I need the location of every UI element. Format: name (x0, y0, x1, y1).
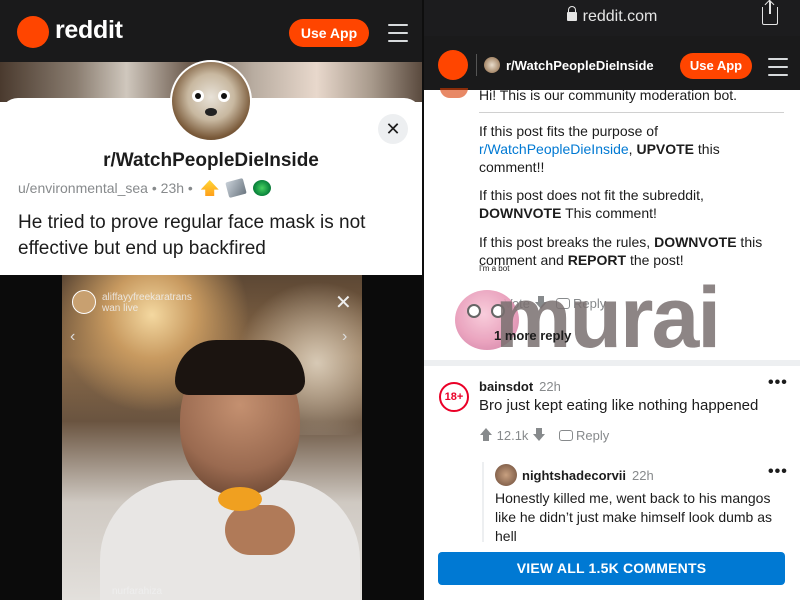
post-meta: u/environmental_sea • 23h • (18, 177, 271, 199)
live-user-avatar (72, 290, 96, 314)
meta-separator: • (151, 180, 157, 196)
bot-paragraph-rules: If this post breaks the rules, DOWNVOTE … (479, 233, 784, 269)
subreddit-name-compact[interactable]: r/WatchPeopleDieInside (506, 58, 654, 73)
reply-icon (559, 430, 573, 441)
post-author[interactable]: u/environmental_sea (18, 180, 148, 196)
reply-time: 22h (632, 468, 654, 483)
video-mango (218, 487, 262, 511)
live-close-icon: ✕ (335, 292, 352, 314)
bot-text: This comment! (561, 205, 657, 221)
use-app-button[interactable]: Use App (680, 53, 752, 79)
reddit-logo-icon[interactable] (17, 16, 49, 48)
vote-count: 12.1k (496, 428, 529, 443)
comment-vote-control[interactable]: 12.1k (479, 428, 546, 443)
reddit-header-compact: r/WatchPeopleDieInside Use App (424, 36, 800, 90)
bot-emphasis: DOWNVOTE (654, 234, 737, 250)
avatar-eye (218, 90, 230, 102)
bot-intro-text: Hi! This is our community moderation bot… (479, 87, 738, 103)
downvote-icon[interactable] (532, 428, 546, 442)
use-app-button[interactable]: Use App (289, 19, 369, 47)
avatar-nose (205, 108, 217, 116)
lock-icon (566, 6, 577, 21)
share-icon[interactable] (762, 1, 778, 25)
comment-header: bainsdot 22h (479, 379, 561, 394)
bot-text: If this post fits the purpose of (479, 123, 658, 139)
silver-award-icon[interactable] (224, 177, 247, 199)
watermark-text: murai (495, 270, 721, 366)
view-all-comments-button[interactable]: VIEW ALL 1.5K COMMENTS (438, 552, 785, 585)
bot-paragraph-downvote: If this post does not fit the subreddit,… (479, 186, 784, 222)
reddit-wordmark[interactable]: reddit (55, 16, 123, 45)
browser-url-bar[interactable]: reddit.com (424, 0, 800, 36)
comment-more-icon[interactable]: ••• (768, 374, 788, 392)
url-text: reddit.com (582, 8, 658, 25)
nsfw-avatar[interactable]: 18+ (439, 382, 469, 412)
header-separator (476, 54, 477, 76)
bot-emphasis: DOWNVOTE (479, 205, 562, 221)
menu-icon[interactable] (388, 24, 408, 48)
live-username: aliffayyfreekaratrans (102, 292, 192, 303)
live-user-name: aliffayyfreekaratrans wan live (102, 292, 192, 314)
reply-avatar[interactable] (495, 464, 517, 486)
menu-icon[interactable] (768, 58, 788, 82)
subreddit-avatar[interactable] (170, 60, 252, 142)
avatar-eye (192, 90, 204, 102)
reply-more-icon[interactable]: ••• (768, 463, 788, 481)
video-person-hand (225, 505, 295, 555)
helpful-award-icon[interactable] (200, 180, 219, 196)
reddit-logo-icon[interactable] (438, 50, 468, 80)
bot-emphasis: UPVOTE (636, 141, 695, 157)
bot-divider (479, 112, 784, 113)
comment-separator (424, 360, 800, 366)
video-person-hair (175, 340, 305, 395)
reply-label: Reply (576, 428, 610, 443)
bot-paragraph-upvote: If this post fits the purpose of r/Watch… (479, 122, 784, 176)
chevron-left-icon: ‹ (70, 328, 76, 345)
owl-eye (467, 304, 481, 318)
more-replies-link[interactable]: 1 more reply (494, 328, 571, 343)
wholesome-award-icon[interactable] (252, 180, 271, 196)
reply-header: nightshadecorvii 22h (522, 468, 654, 483)
chevron-right-icon: › (342, 328, 348, 345)
bot-text: If this post breaks the rules, (479, 234, 655, 250)
subreddit-name[interactable]: r/WatchPeopleDieInside (0, 150, 422, 172)
post-title[interactable]: He tried to prove regular face mask is n… (18, 210, 413, 262)
reply-body: Honestly killed me, went back to his man… (495, 490, 773, 541)
subreddit-icon[interactable] (484, 57, 500, 73)
comment-username[interactable]: bainsdot (479, 379, 533, 394)
meta-separator: • (187, 180, 193, 196)
comment-body: Bro just kept eating like nothing happen… (479, 397, 759, 414)
bot-text: the post! (626, 252, 684, 268)
comment-reply-button[interactable]: Reply (559, 428, 609, 443)
live-bottom-user: nurfarahiza (112, 586, 163, 597)
subreddit-link[interactable]: r/WatchPeopleDieInside (479, 141, 629, 157)
bot-text: If this post does not fit the subreddit, (479, 187, 704, 203)
comment-time: 22h (539, 379, 561, 394)
url-display[interactable]: reddit.com (424, 6, 800, 26)
live-subtext: wan live (102, 303, 139, 314)
bot-emphasis: REPORT (567, 252, 627, 268)
bot-avatar (440, 88, 468, 98)
left-panel: reddit Use App ✕ r/WatchPeopleDieInside … (0, 0, 422, 600)
post-time: 23h (160, 180, 185, 196)
close-button[interactable]: ✕ (378, 114, 408, 144)
reply-username[interactable]: nightshadecorvii (522, 468, 626, 483)
thread-line[interactable] (482, 462, 484, 542)
upvote-icon[interactable] (479, 428, 493, 442)
reddit-header: reddit Use App (0, 0, 422, 62)
